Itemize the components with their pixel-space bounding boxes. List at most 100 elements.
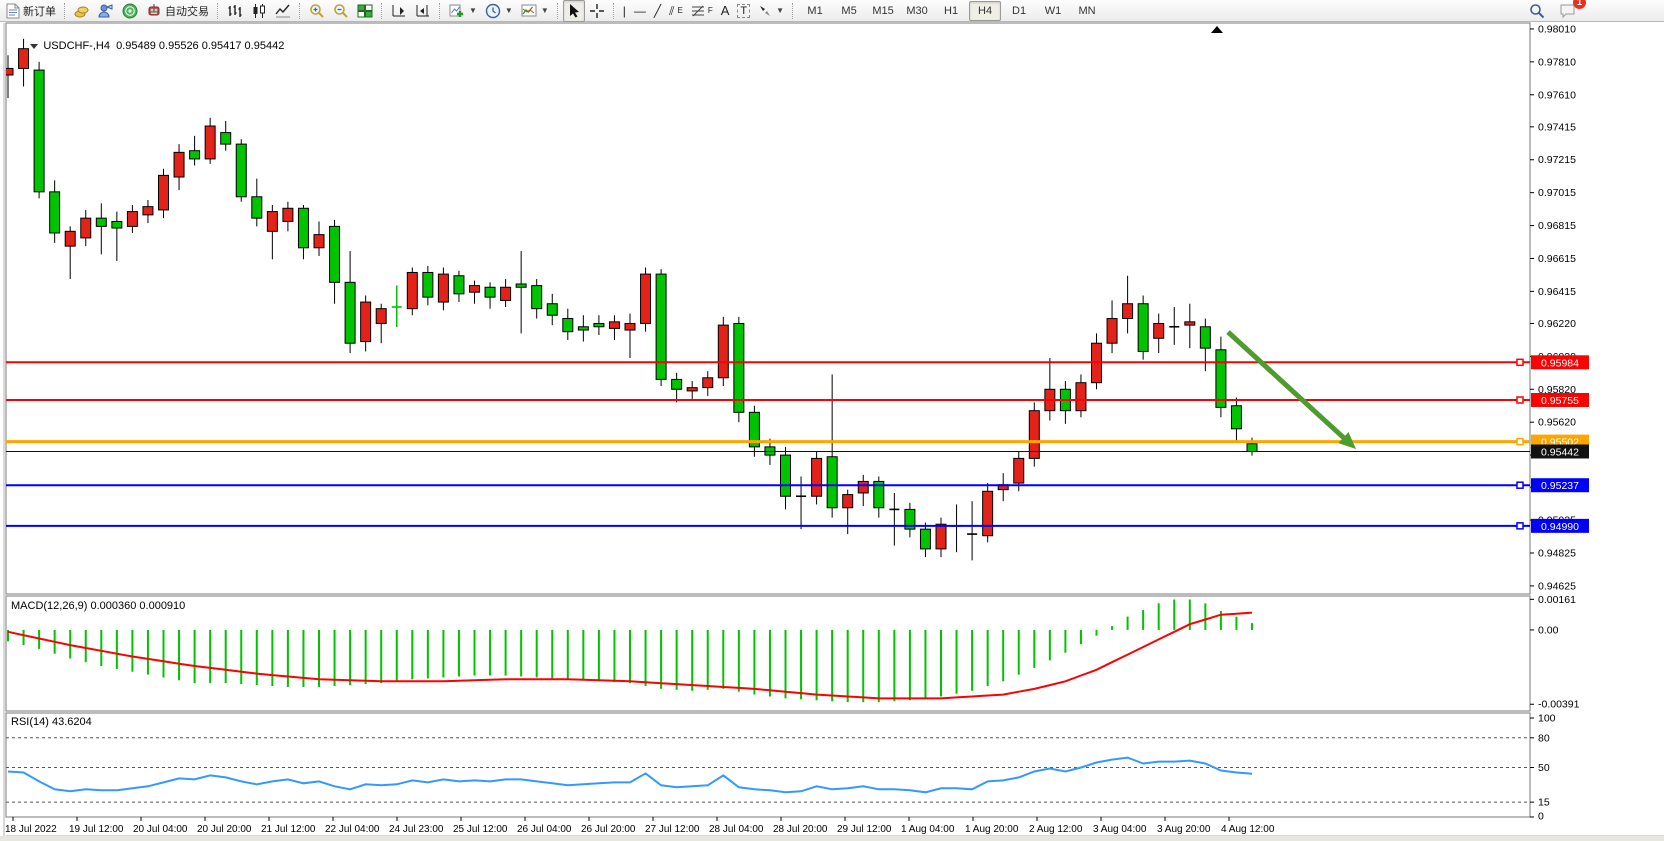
chart-shift-button[interactable]: [411, 0, 435, 22]
rsi-line: [8, 758, 1252, 793]
timeframe-button-H1[interactable]: H1: [935, 1, 967, 21]
line-end-marker[interactable]: [1517, 523, 1523, 529]
toolbar-separator: [613, 3, 615, 19]
template-button[interactable]: ▼: [517, 0, 553, 22]
candle-body: [283, 208, 293, 221]
ohlc-bars-icon: [227, 3, 243, 19]
chart-forward-icon: [391, 3, 407, 19]
price-tick-label: 0.96815: [1538, 220, 1576, 232]
price-tick-label: 0.98010: [1538, 23, 1576, 35]
cursor-tool-button[interactable]: [563, 0, 585, 22]
timeframe-button-M5[interactable]: M5: [833, 1, 865, 21]
candle-body: [112, 221, 122, 228]
price-line-label: 0.95984: [1541, 357, 1579, 369]
timeframe-button-M15[interactable]: M15: [867, 1, 899, 21]
line-end-marker[interactable]: [1517, 482, 1523, 488]
search-button[interactable]: [1525, 0, 1549, 22]
candle-body: [687, 388, 697, 391]
zoom-in-button[interactable]: [305, 0, 329, 22]
signals-button[interactable]: [118, 0, 142, 22]
vertical-line-icon: |: [623, 5, 626, 17]
candle-body: [252, 197, 262, 218]
label-tool-button[interactable]: T: [733, 0, 754, 22]
candle-body: [920, 529, 930, 549]
dropdown-caret: ▼: [469, 6, 477, 15]
chart-forward-button[interactable]: [387, 0, 411, 22]
time-tick-label: 18 Jul 2022: [5, 824, 57, 835]
time-tick-label: 22 Jul 04:00: [325, 824, 380, 835]
line-end-marker[interactable]: [1517, 439, 1523, 445]
quotes-button[interactable]: [70, 0, 94, 22]
label-tool-icon: T: [737, 4, 750, 18]
chat-button[interactable]: 1: [1555, 0, 1580, 22]
price-tick-label: 0.97015: [1538, 187, 1576, 199]
trendline-tool-button[interactable]: ╱: [650, 0, 665, 22]
candle-body: [656, 274, 666, 379]
candle-body: [205, 126, 215, 159]
price-tick-label: 0.94825: [1538, 548, 1576, 560]
toolbar: 新订单 自动交易: [0, 0, 1664, 22]
candle-body: [609, 322, 619, 329]
candlestick-chart-button[interactable]: [247, 0, 271, 22]
chart-shift-marker[interactable]: [1211, 26, 1223, 33]
horizontal-line-icon: —: [634, 5, 646, 17]
new-order-button[interactable]: 新订单: [2, 0, 60, 22]
dropdown-caret: ▼: [505, 6, 513, 15]
chart-canvas[interactable]: 0.980100.978100.976100.974150.972150.970…: [0, 22, 1664, 841]
candle-body: [159, 175, 169, 210]
timeframe-button-D1[interactable]: D1: [1003, 1, 1035, 21]
candle-body: [1247, 444, 1257, 452]
chevron-down-icon[interactable]: [30, 44, 38, 49]
price-line-label: 0.94990: [1541, 521, 1579, 533]
timeframe-button-M30[interactable]: M30: [901, 1, 933, 21]
candle-body: [345, 282, 355, 343]
text-tool-button[interactable]: A: [717, 0, 734, 22]
cursor-icon: [567, 3, 581, 18]
vline-tool-button[interactable]: |: [619, 0, 630, 22]
chat-badge: 1: [1573, 0, 1586, 9]
candle-body: [407, 272, 417, 308]
line-chart-button[interactable]: [271, 0, 295, 22]
robot-icon: [146, 3, 162, 19]
market-button[interactable]: [94, 0, 118, 22]
candle-body: [361, 302, 371, 341]
time-tick-label: 1 Aug 04:00: [901, 824, 955, 835]
arrows-tool-button[interactable]: ▼: [754, 0, 788, 22]
candle-body: [96, 218, 106, 226]
candle-body: [298, 208, 308, 247]
ohlc-values: 0.95489 0.95526 0.95417 0.95442: [116, 40, 284, 52]
timeframe-button-W1[interactable]: W1: [1037, 1, 1069, 21]
chart-window[interactable]: 0.980100.978100.976100.974150.972150.970…: [0, 22, 1664, 841]
timeframe-button-M1[interactable]: M1: [799, 1, 831, 21]
toolbar-separator: [64, 3, 66, 19]
fibonacci-tool-button[interactable]: F: [687, 0, 717, 22]
trend-arrow-line[interactable]: [1228, 332, 1349, 443]
toolbar-separator: [792, 3, 794, 19]
time-tick-label: 19 Jul 12:00: [69, 824, 124, 835]
candle-body: [858, 481, 868, 493]
autotrade-button[interactable]: 自动交易: [142, 0, 213, 22]
period-button[interactable]: ▼: [481, 0, 517, 22]
hline-tool-button[interactable]: —: [630, 0, 650, 22]
crosshair-tool-button[interactable]: [585, 0, 609, 22]
bar-chart-button[interactable]: [223, 0, 247, 22]
zoom-in-icon: [309, 3, 325, 19]
zoom-out-button[interactable]: [329, 0, 353, 22]
candle-body: [672, 379, 682, 389]
timeframe-button-MN[interactable]: MN: [1071, 1, 1103, 21]
line-end-marker[interactable]: [1517, 359, 1523, 365]
time-tick-label: 20 Jul 20:00: [197, 824, 252, 835]
line-end-marker[interactable]: [1517, 397, 1523, 403]
rsi-tick-label: 15: [1538, 797, 1550, 809]
time-tick-label: 26 Jul 04:00: [517, 824, 572, 835]
candle-body: [781, 455, 791, 496]
add-indicator-button[interactable]: ▼: [445, 0, 481, 22]
channel-tool-button[interactable]: ⫽ E: [665, 0, 687, 22]
price-tick-label: 0.94625: [1538, 580, 1576, 592]
timeframe-button-H4[interactable]: H4: [969, 1, 1001, 21]
tile-windows-button[interactable]: [353, 0, 377, 22]
candle-body: [827, 457, 837, 508]
dropdown-caret: ▼: [541, 6, 549, 15]
candle-body: [143, 207, 153, 215]
candle-body: [547, 304, 557, 316]
